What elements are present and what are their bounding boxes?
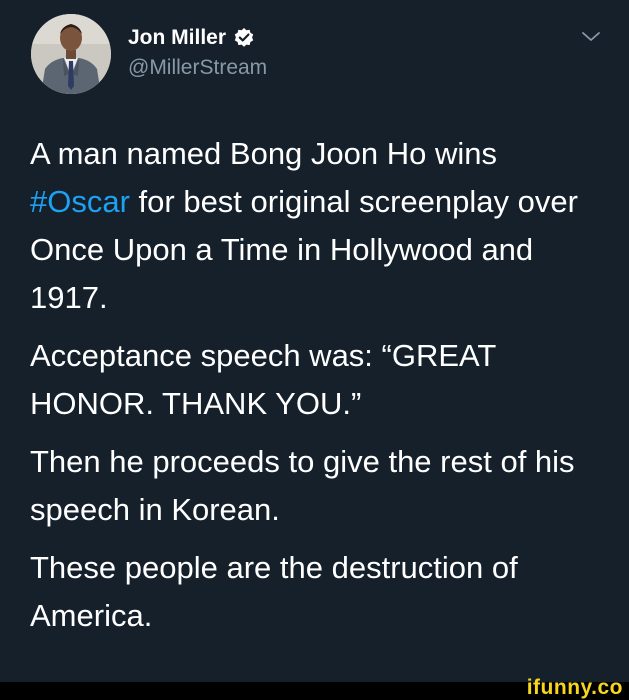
author-handle[interactable]: @MillerStream <box>128 56 267 80</box>
author-name-row: Jon Miller <box>128 24 255 52</box>
tweet-text: A man named Bong Joon Ho wins #Oscar for… <box>30 130 605 650</box>
tweet-text-segment: A man named Bong Joon Ho wins <box>30 136 497 171</box>
avatar-image <box>31 14 111 94</box>
tweet-paragraph-2: Acceptance speech was: “GREAT HONOR. THA… <box>30 338 496 421</box>
ifunny-watermark: ifunny.co <box>526 676 623 699</box>
verified-badge-icon <box>233 27 255 49</box>
tweet-paragraph-3: Then he proceeds to give the rest of his… <box>30 444 575 527</box>
avatar[interactable] <box>31 14 111 94</box>
chevron-down-icon[interactable] <box>580 30 602 44</box>
tweet-paragraph-4: These people are the destruction of Amer… <box>30 550 518 633</box>
tweet-paragraph-1: A man named Bong Joon Ho wins #Oscar for… <box>30 130 605 322</box>
author-display-name[interactable]: Jon Miller <box>128 26 226 50</box>
tweet-card: Jon Miller @MillerStream A man named Bon… <box>0 0 629 682</box>
hashtag-link[interactable]: #Oscar <box>30 184 130 219</box>
